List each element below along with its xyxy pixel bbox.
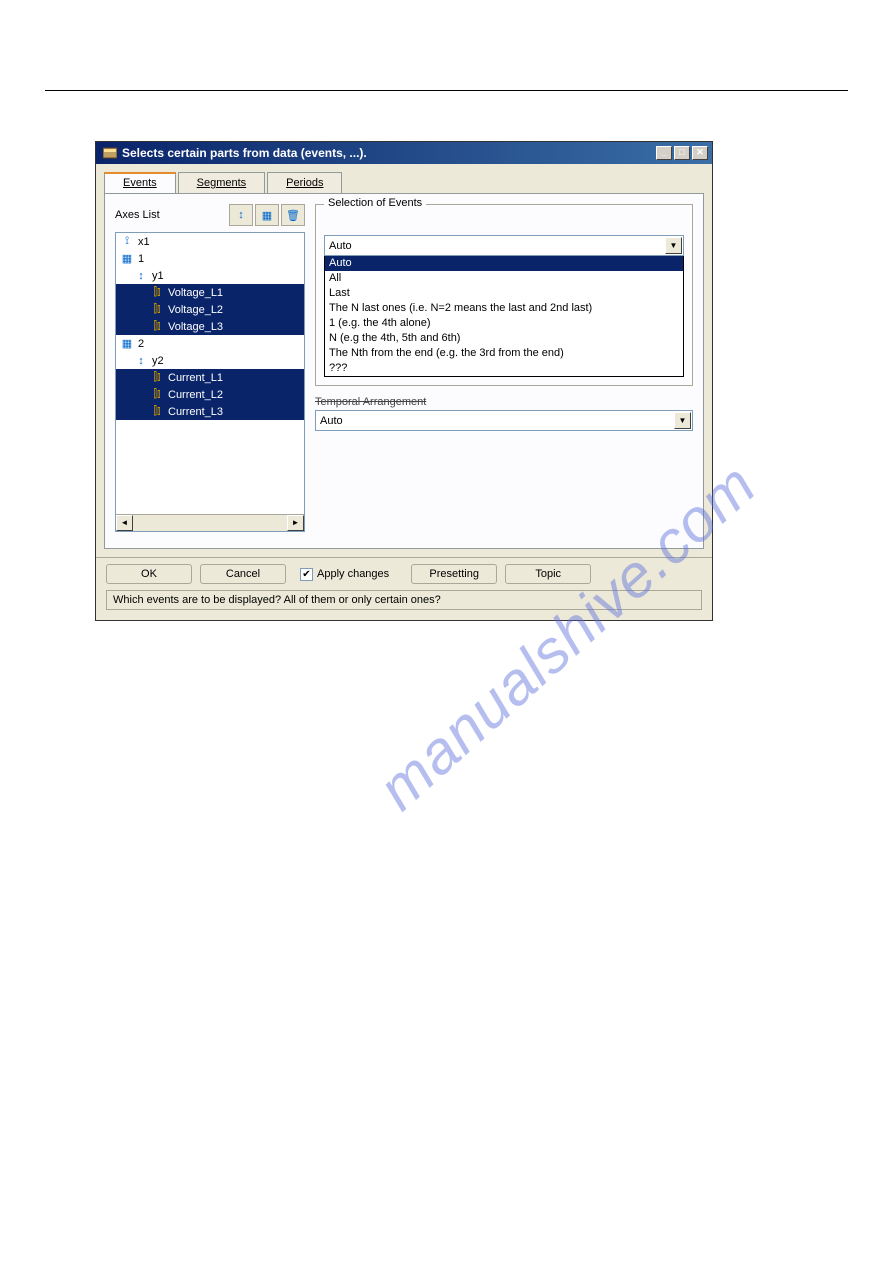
apply-changes-label: Apply changes	[317, 568, 389, 580]
grid-icon: ▦	[120, 252, 134, 265]
axes-tree[interactable]: ⟟x1 ▦1 ↕y1 ⫿⫾Voltage_L1 ⫿⫾Voltage_L2 ⫿⫾V…	[115, 232, 305, 532]
signal-icon: ⫿⫾	[150, 405, 164, 418]
tree-item-voltage-l2[interactable]: ⫿⫾Voltage_L2	[116, 301, 304, 318]
apply-changes-checkbox[interactable]: ✔ Apply changes	[300, 568, 389, 581]
axes-header: Axes List ↕ ▦ 🗑	[115, 204, 305, 226]
dropdown-item-all[interactable]: All	[325, 271, 683, 286]
cancel-button[interactable]: Cancel	[200, 564, 286, 584]
window-icon	[102, 145, 118, 161]
tree-item-y1[interactable]: ↕y1	[116, 267, 304, 284]
temporal-combo-value: Auto	[320, 415, 343, 427]
axis-icon: ↕	[134, 270, 148, 282]
tree-item-group1[interactable]: ▦1	[116, 250, 304, 267]
dialog-window: Selects certain parts from data (events,…	[95, 141, 713, 621]
signal-icon: ⫿⫾	[150, 286, 164, 299]
ruler-icon: ⟟	[120, 235, 134, 248]
page-divider	[45, 90, 848, 91]
right-panel: Selection of Events Auto ▼ Auto All Last…	[315, 204, 693, 532]
scroll-left-icon[interactable]: ◄	[116, 515, 133, 531]
dropdown-item-auto[interactable]: Auto	[325, 256, 683, 271]
events-combo[interactable]: Auto ▼	[324, 235, 684, 256]
tree-item-x1[interactable]: ⟟x1	[116, 233, 304, 250]
dropdown-item-last[interactable]: Last	[325, 286, 683, 301]
dropdown-item-unknown[interactable]: ???	[325, 361, 683, 376]
scroll-track[interactable]	[133, 515, 287, 531]
scroll-right-icon[interactable]: ►	[287, 515, 304, 531]
presetting-button[interactable]: Presetting	[411, 564, 497, 584]
tree-item-group2[interactable]: ▦2	[116, 335, 304, 352]
close-button[interactable]: ✕	[692, 146, 708, 160]
tree-item-current-l1[interactable]: ⫿⫾Current_L1	[116, 369, 304, 386]
events-dropdown[interactable]: Auto All Last The N last ones (i.e. N=2 …	[324, 255, 684, 377]
events-combo-value: Auto	[329, 240, 352, 252]
signal-icon: ⫿⫾	[150, 320, 164, 333]
selection-of-events-group: Selection of Events Auto ▼ Auto All Last…	[315, 204, 693, 386]
chevron-down-icon[interactable]: ▼	[674, 412, 691, 429]
tree-item-voltage-l3[interactable]: ⫿⫾Voltage_L3	[116, 318, 304, 335]
tree-item-current-l3[interactable]: ⫿⫾Current_L3	[116, 403, 304, 420]
signal-icon: ⫿⫾	[150, 388, 164, 401]
tree-item-voltage-l1[interactable]: ⫿⫾Voltage_L1	[116, 284, 304, 301]
tab-events[interactable]: Events	[104, 172, 176, 193]
maximize-button[interactable]: □	[674, 146, 690, 160]
minimize-button[interactable]: _	[656, 146, 672, 160]
ok-button[interactable]: OK	[106, 564, 192, 584]
signal-icon: ⫿⫾	[150, 303, 164, 316]
checkbox-icon[interactable]: ✔	[300, 568, 313, 581]
axes-list-label: Axes List	[115, 209, 227, 221]
horizontal-scrollbar[interactable]: ◄ ►	[116, 514, 304, 531]
signal-icon: ⫿⫾	[150, 371, 164, 384]
tab-periods[interactable]: Periods	[267, 172, 342, 193]
grid-icon: ▦	[120, 337, 134, 350]
window-controls: _ □ ✕	[656, 146, 708, 160]
window-title: Selects certain parts from data (events,…	[122, 146, 656, 160]
selection-legend: Selection of Events	[324, 197, 426, 209]
axis-icon: ↕	[134, 355, 148, 367]
temporal-arrangement-label: Temporal Arrangement	[315, 396, 693, 408]
delete-icon[interactable]: 🗑	[281, 204, 305, 226]
axis-action-1-icon[interactable]: ↕	[229, 204, 253, 226]
dropdown-item-one[interactable]: 1 (e.g. the 4th alone)	[325, 316, 683, 331]
tab-content: Axes List ↕ ▦ 🗑 ⟟x1 ▦1 ↕y1 ⫿⫾Voltage_L1 …	[104, 193, 704, 549]
axis-action-2-icon[interactable]: ▦	[255, 204, 279, 226]
tab-bar: Events Segments Periods	[104, 172, 704, 193]
axes-panel: Axes List ↕ ▦ 🗑 ⟟x1 ▦1 ↕y1 ⫿⫾Voltage_L1 …	[115, 204, 305, 532]
dropdown-item-n-last[interactable]: The N last ones (i.e. N=2 means the last…	[325, 301, 683, 316]
titlebar: Selects certain parts from data (events,…	[96, 142, 712, 164]
dropdown-item-nth-end[interactable]: The Nth from the end (e.g. the 3rd from …	[325, 346, 683, 361]
dropdown-item-n[interactable]: N (e.g the 4th, 5th and 6th)	[325, 331, 683, 346]
tree-item-current-l2[interactable]: ⫿⫾Current_L2	[116, 386, 304, 403]
tab-segments[interactable]: Segments	[178, 172, 266, 193]
status-bar: Which events are to be displayed? All of…	[106, 590, 702, 610]
temporal-combo[interactable]: Auto ▼	[315, 410, 693, 431]
dialog-button-bar: OK Cancel ✔ Apply changes Presetting Top…	[96, 557, 712, 590]
tree-item-y2[interactable]: ↕y2	[116, 352, 304, 369]
chevron-down-icon[interactable]: ▼	[665, 237, 682, 254]
topic-button[interactable]: Topic	[505, 564, 591, 584]
